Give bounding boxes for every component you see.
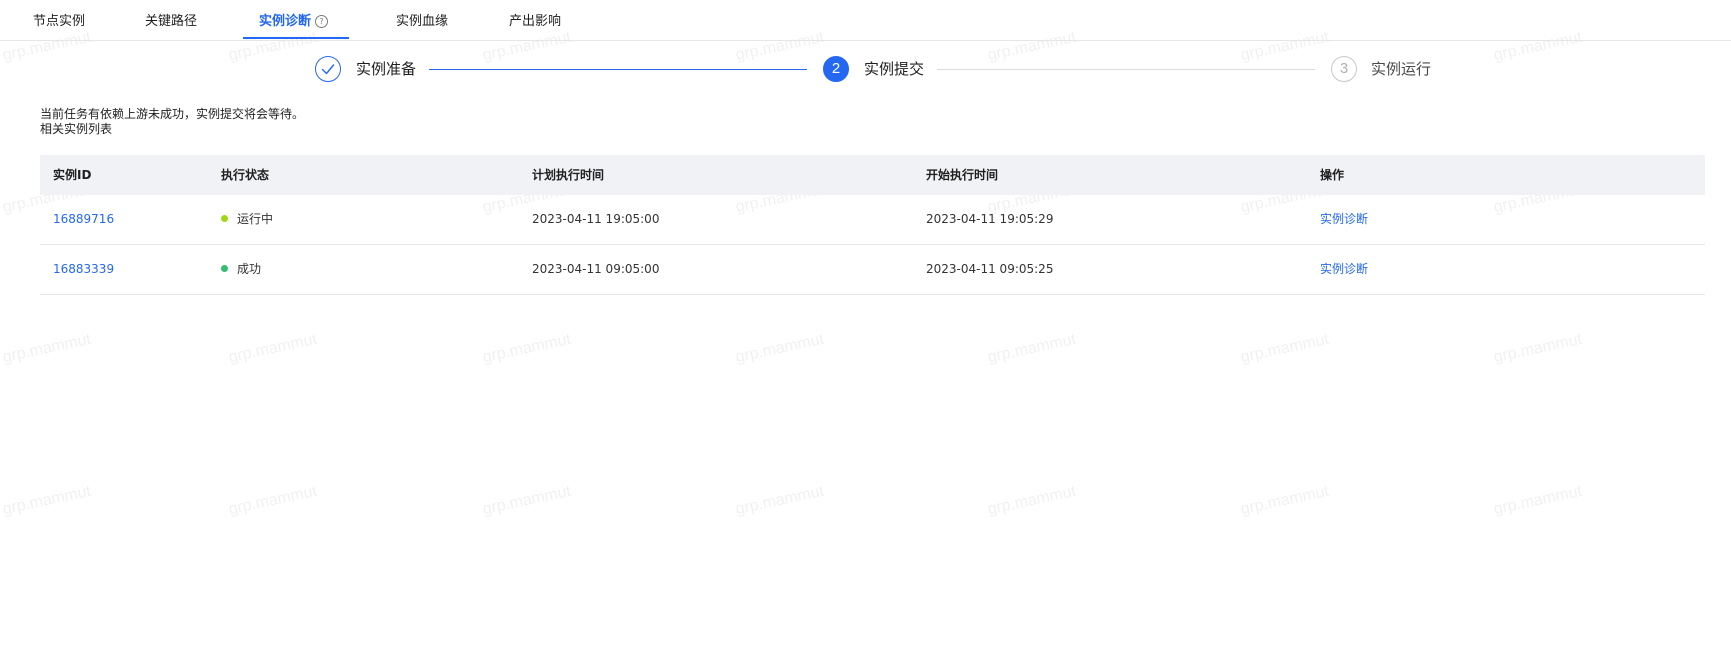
related-instances-title: 相关实例列表 <box>40 122 113 136</box>
watermark: grp.mammut <box>1239 330 1331 367</box>
step-connector-done <box>429 69 807 70</box>
page: grp.mammut grp.mammut grp.mammut grp.mam… <box>0 0 1731 647</box>
planned-time-cell: 2023-04-11 09:05:00 <box>532 262 660 276</box>
instance-id-link[interactable]: 16883339 <box>53 245 114 294</box>
tab-node-instances[interactable]: 节点实例 <box>33 0 85 40</box>
watermark: grp.mammut <box>1 330 93 367</box>
progress-steps: 实例准备 2 实例提交 3 实例运行 <box>0 50 1731 92</box>
status-dot-icon <box>221 215 228 222</box>
watermark: grp.mammut <box>986 330 1078 367</box>
step-connector-pending <box>937 69 1315 70</box>
status-text: 运行中 <box>237 212 274 226</box>
table-header: 实例ID 执行状态 计划执行时间 开始执行时间 操作 <box>40 155 1705 195</box>
watermark: grp.mammut <box>1 482 93 519</box>
watermark: grp.mammut <box>1492 330 1584 367</box>
watermark: grp.mammut <box>227 330 319 367</box>
watermark: grp.mammut <box>1492 482 1584 519</box>
column-header-action: 操作 <box>1320 168 1345 182</box>
table-row: 16883339 成功 2023-04-11 09:05:00 2023-04-… <box>40 245 1705 295</box>
column-header-id: 实例ID <box>53 168 92 182</box>
column-header-planned-time: 计划执行时间 <box>532 168 605 182</box>
step-3-label: 实例运行 <box>1371 60 1432 78</box>
tab-label: 实例血缘 <box>396 14 449 29</box>
status-dot-icon <box>221 265 228 272</box>
tab-instance-diagnosis[interactable]: 实例诊断? <box>259 0 329 40</box>
watermark: grp.mammut <box>734 482 826 519</box>
watermark: grp.mammut <box>1239 482 1331 519</box>
related-instances-table: 实例ID 执行状态 计划执行时间 开始执行时间 操作 16889716 运行中 … <box>40 155 1705 295</box>
status-cell: 运行中 <box>221 195 273 244</box>
tab-bar: 节点实例 关键路径 实例诊断? 实例血缘 产出影响 <box>0 0 1731 41</box>
step-3-indicator: 3 <box>1331 56 1357 82</box>
tab-instance-lineage[interactable]: 实例血缘 <box>396 0 448 40</box>
tab-label: 实例诊断 <box>259 14 312 29</box>
help-circle-icon[interactable]: ? <box>315 15 329 28</box>
check-icon <box>321 64 335 75</box>
tab-label: 产出影响 <box>509 14 562 29</box>
diagnose-link[interactable]: 实例诊断 <box>1320 195 1368 244</box>
step-2-label: 实例提交 <box>864 60 925 78</box>
start-time-cell: 2023-04-11 19:05:29 <box>926 212 1054 226</box>
instance-id-link[interactable]: 16889716 <box>53 195 114 244</box>
status-cell: 成功 <box>221 245 261 294</box>
tab-critical-path[interactable]: 关键路径 <box>145 0 197 40</box>
watermark: grp.mammut <box>481 330 573 367</box>
tab-label: 关键路径 <box>145 14 198 29</box>
dependency-notice: 当前任务有依赖上游未成功，实例提交将会等待。 <box>40 107 305 121</box>
status-text: 成功 <box>237 262 262 276</box>
diagnosis-messages: 当前任务有依赖上游未成功，实例提交将会等待。 相关实例列表 <box>40 107 304 137</box>
start-time-cell: 2023-04-11 09:05:25 <box>926 262 1054 276</box>
watermark: grp.mammut <box>734 330 826 367</box>
watermark-layer: grp.mammut grp.mammut grp.mammut grp.mam… <box>0 0 1731 647</box>
watermark: grp.mammut <box>481 482 573 519</box>
planned-time-cell: 2023-04-11 19:05:00 <box>532 212 660 226</box>
tab-label: 节点实例 <box>33 14 86 29</box>
tab-output-impact[interactable]: 产出影响 <box>509 0 561 40</box>
active-tab-indicator <box>243 37 349 39</box>
column-header-status: 执行状态 <box>221 168 270 182</box>
watermark: grp.mammut <box>227 482 319 519</box>
step-1-indicator <box>315 56 341 82</box>
diagnose-link[interactable]: 实例诊断 <box>1320 245 1368 294</box>
table-row: 16889716 运行中 2023-04-11 19:05:00 2023-04… <box>40 195 1705 245</box>
watermark: grp.mammut <box>986 482 1078 519</box>
step-1-label: 实例准备 <box>356 60 417 78</box>
step-2-indicator: 2 <box>823 56 849 82</box>
column-header-start-time: 开始执行时间 <box>926 168 999 182</box>
